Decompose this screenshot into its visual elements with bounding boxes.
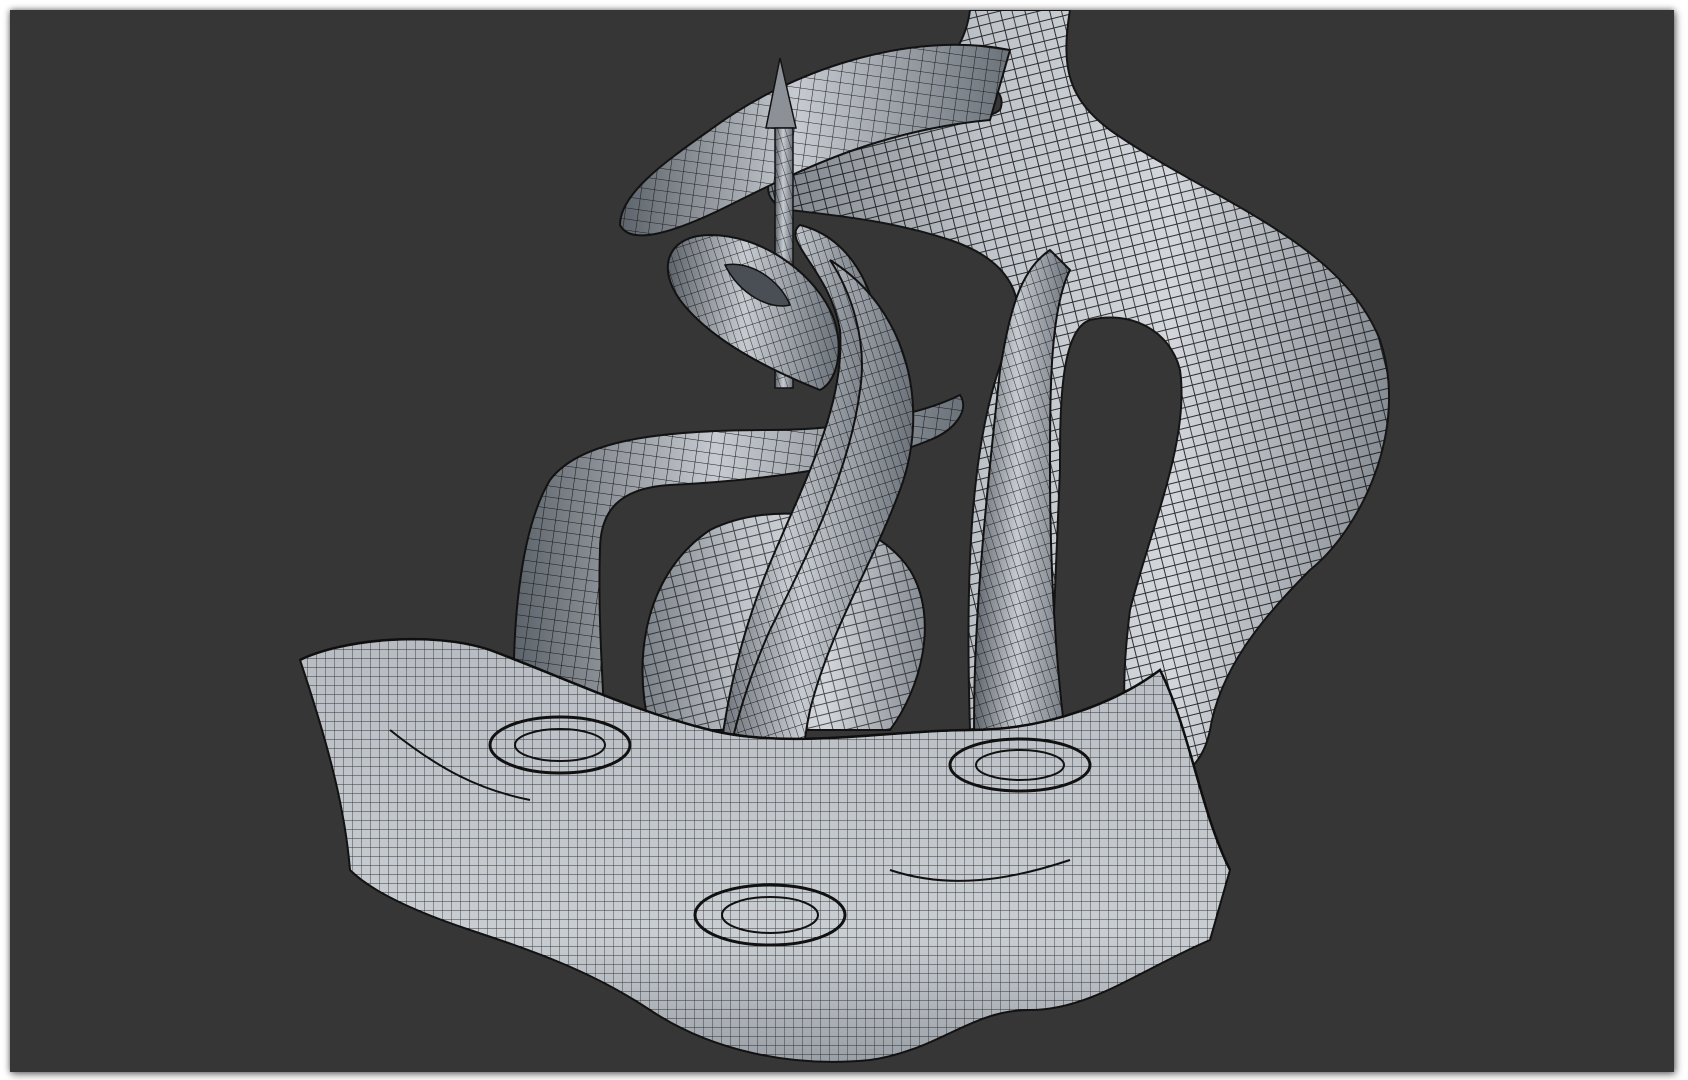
wireframe-sculpture-icon — [10, 10, 1674, 1072]
3d-viewport[interactable] — [10, 10, 1674, 1072]
screenshot-frame — [10, 10, 1674, 1072]
